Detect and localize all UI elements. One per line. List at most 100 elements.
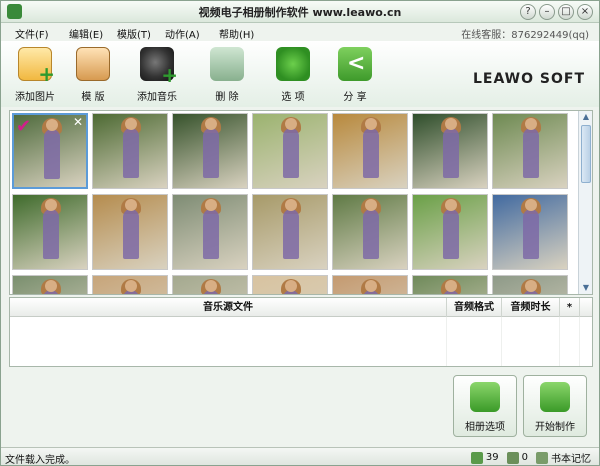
brand-logo: LEAWO SOFT (472, 71, 585, 87)
photo-subject (283, 199, 299, 259)
music-table-body[interactable] (10, 317, 592, 366)
start-icon (540, 382, 570, 412)
photo-thumbnail[interactable] (412, 194, 488, 270)
album-settings-icon (470, 382, 500, 412)
notes-indicator: 书本记忆 (536, 450, 591, 465)
body-divider (502, 317, 560, 366)
photo-thumbnail[interactable] (92, 275, 168, 294)
photo-thumbnail[interactable] (332, 113, 408, 189)
photo-subject (363, 118, 379, 178)
body-divider (10, 317, 447, 366)
body-divider (560, 317, 580, 366)
music-table[interactable]: 音乐源文件 音频格式 音频时长 * (9, 297, 593, 367)
online-service: 在线客服：876292449(qq) (461, 30, 589, 41)
trash-icon (210, 47, 244, 81)
options-label: 选 项 (281, 92, 305, 103)
menu-edit[interactable]: 编辑(E) (69, 26, 103, 41)
photo-thumbnail[interactable] (252, 113, 328, 189)
photo-thumbnail[interactable] (172, 275, 248, 294)
photo-thumbnail[interactable] (492, 113, 568, 189)
delete-button[interactable]: 删 除 (197, 47, 257, 103)
photo-thumbnail[interactable] (332, 194, 408, 270)
photo-thumbnail[interactable] (12, 275, 88, 294)
photo-thumbnail[interactable] (172, 113, 248, 189)
maximize-button[interactable]: □ (558, 4, 574, 20)
photo-subject (443, 199, 459, 259)
menu-template[interactable]: 模版(T) (117, 26, 151, 41)
photo-subject (123, 199, 139, 259)
photo-thumbnail[interactable] (12, 194, 88, 270)
options-button[interactable]: 选 项 (263, 47, 323, 103)
photo-thumbnail[interactable] (492, 275, 568, 294)
template-label: 模 版 (81, 92, 105, 103)
menu-help[interactable]: 帮助(H) (219, 26, 254, 41)
photo-thumbnail[interactable] (332, 275, 408, 294)
photo-thumbnail[interactable] (492, 194, 568, 270)
photo-count-icon (470, 451, 483, 464)
add-photo-button[interactable]: 添加图片 (5, 47, 65, 103)
help-button[interactable]: ? (520, 4, 536, 20)
photo-thumbnail[interactable] (92, 113, 168, 189)
share-button[interactable]: 分 享 (325, 47, 385, 103)
scroll-thumb[interactable] (581, 125, 591, 183)
app-window: 视频电子相册制作软件 www.leawo.cn ? – □ × 文件(F) 编辑… (0, 0, 600, 466)
photo-thumbnail[interactable] (412, 275, 488, 294)
scroll-up-icon[interactable]: ▲ (580, 111, 592, 123)
status-indicators: 39 0 书本记忆 (470, 450, 591, 465)
remove-photo-icon[interactable]: ✕ (73, 115, 83, 129)
photo-subject (283, 118, 299, 178)
status-message: 文件载入完成。 (5, 455, 75, 466)
col-audio-format[interactable]: 音频格式 (447, 298, 502, 317)
template-button[interactable]: 模 版 (63, 47, 123, 103)
notes-icon (536, 451, 548, 464)
add-music-icon (140, 47, 178, 87)
add-music-button[interactable]: 添加音乐 (127, 47, 187, 103)
scroll-down-icon[interactable]: ▼ (580, 282, 592, 294)
col-audio-duration[interactable]: 音频时长 (502, 298, 560, 317)
photo-subject (123, 118, 139, 178)
start-label: 开始制作 (535, 422, 575, 433)
add-photo-label: 添加图片 (15, 92, 55, 103)
photo-thumbnail-selected[interactable]: ✔ ✕ (12, 113, 88, 189)
menu-file[interactable]: 文件(F) (15, 26, 49, 41)
photo-thumbnail[interactable] (252, 194, 328, 270)
photo-subject (443, 118, 459, 178)
menu-action[interactable]: 动作(A) (165, 26, 200, 41)
close-button[interactable]: × (577, 4, 593, 20)
photo-thumbnail[interactable] (412, 113, 488, 189)
minimize-button[interactable]: – (539, 4, 555, 20)
photo-subject (203, 118, 219, 178)
window-title: 视频电子相册制作软件 www.leawo.cn (198, 6, 402, 19)
col-music-file[interactable]: 音乐源文件 (10, 298, 447, 317)
photo-gallery[interactable]: ✔ ✕ ▲ ▼ (9, 110, 593, 295)
start-button[interactable]: 开始制作 (523, 375, 587, 437)
photo-subject (203, 199, 219, 259)
toolbar: 添加图片 模 版 添加音乐 删 除 选 项 分 享 LEAWO SOFT (1, 41, 599, 107)
gallery-scrollbar[interactable]: ▲ ▼ (578, 111, 592, 294)
action-area: 相册选项 开始制作 (9, 369, 593, 447)
photo-subject (523, 118, 539, 178)
photo-count: 39 (485, 452, 499, 463)
photo-subject (43, 199, 59, 259)
delete-label: 删 除 (215, 92, 239, 103)
photo-subject (44, 119, 60, 179)
photo-thumbnail[interactable] (252, 275, 328, 294)
add-music-label: 添加音乐 (137, 92, 177, 103)
add-photo-icon (18, 47, 55, 86)
music-count-indicator: 0 (506, 451, 528, 464)
window-controls: ? – □ × (520, 4, 593, 20)
photo-thumbnail[interactable] (92, 194, 168, 270)
title-bar: 视频电子相册制作软件 www.leawo.cn ? – □ × (1, 1, 599, 23)
checkmark-icon[interactable]: ✔ (16, 117, 38, 139)
music-count-icon (506, 451, 519, 464)
music-count: 0 (521, 452, 528, 463)
status-bar: 文件载入完成。 39 0 书本记忆 (1, 447, 599, 466)
photo-thumbnail[interactable] (172, 194, 248, 270)
body-divider (447, 317, 502, 366)
share-icon (338, 47, 372, 81)
col-star[interactable]: * (560, 298, 580, 317)
menu-bar: 文件(F) 编辑(E) 模版(T) 动作(A) 帮助(H) 在线客服：87629… (1, 23, 599, 41)
share-label: 分 享 (343, 92, 367, 103)
album-settings-button[interactable]: 相册选项 (453, 375, 517, 437)
album-settings-label: 相册选项 (465, 422, 505, 433)
